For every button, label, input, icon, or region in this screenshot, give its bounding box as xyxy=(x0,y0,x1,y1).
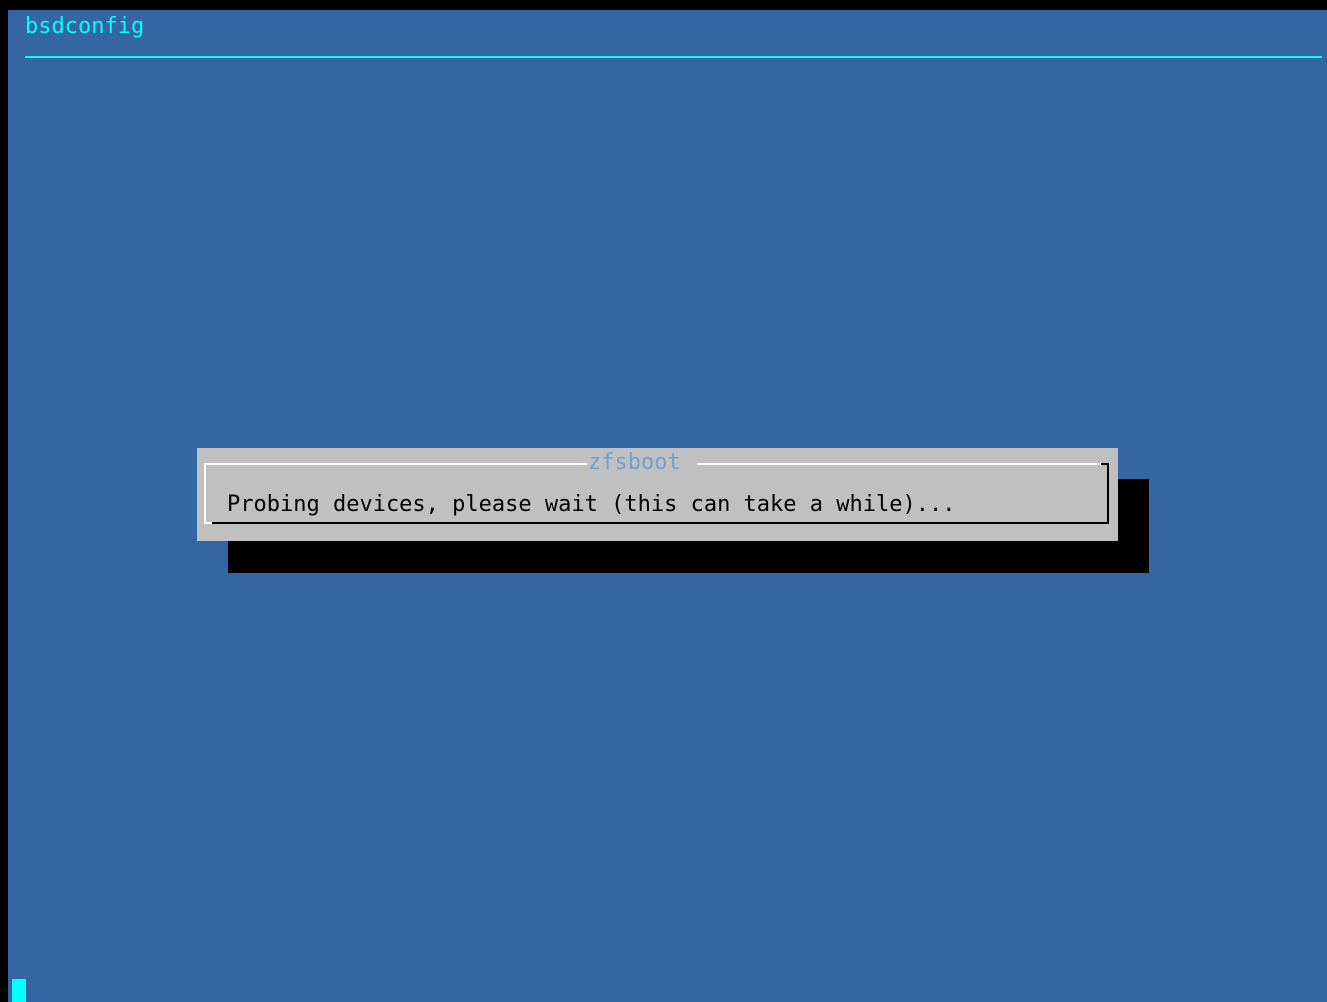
backtitle-rule xyxy=(25,56,1322,58)
console-screen: bsdconfig zfsboot Probing devices, pleas… xyxy=(8,10,1327,1002)
infobox-dialog: zfsboot Probing devices, please wait (th… xyxy=(197,448,1118,541)
frame-bottom-left-corner xyxy=(204,522,212,524)
backtitle: bsdconfig xyxy=(25,14,145,39)
dialog-message: Probing devices, please wait (this can t… xyxy=(227,492,956,517)
frame-bottom-edge xyxy=(204,522,1109,524)
frame-left-edge xyxy=(204,463,206,524)
frame-right-edge xyxy=(1107,463,1109,524)
frame-top-right-edge xyxy=(697,463,1109,465)
frame-top-left-edge xyxy=(204,463,587,465)
frame-top-right-corner xyxy=(1101,463,1109,465)
text-cursor-icon xyxy=(12,979,26,1002)
dialog-title: zfsboot xyxy=(588,450,681,475)
